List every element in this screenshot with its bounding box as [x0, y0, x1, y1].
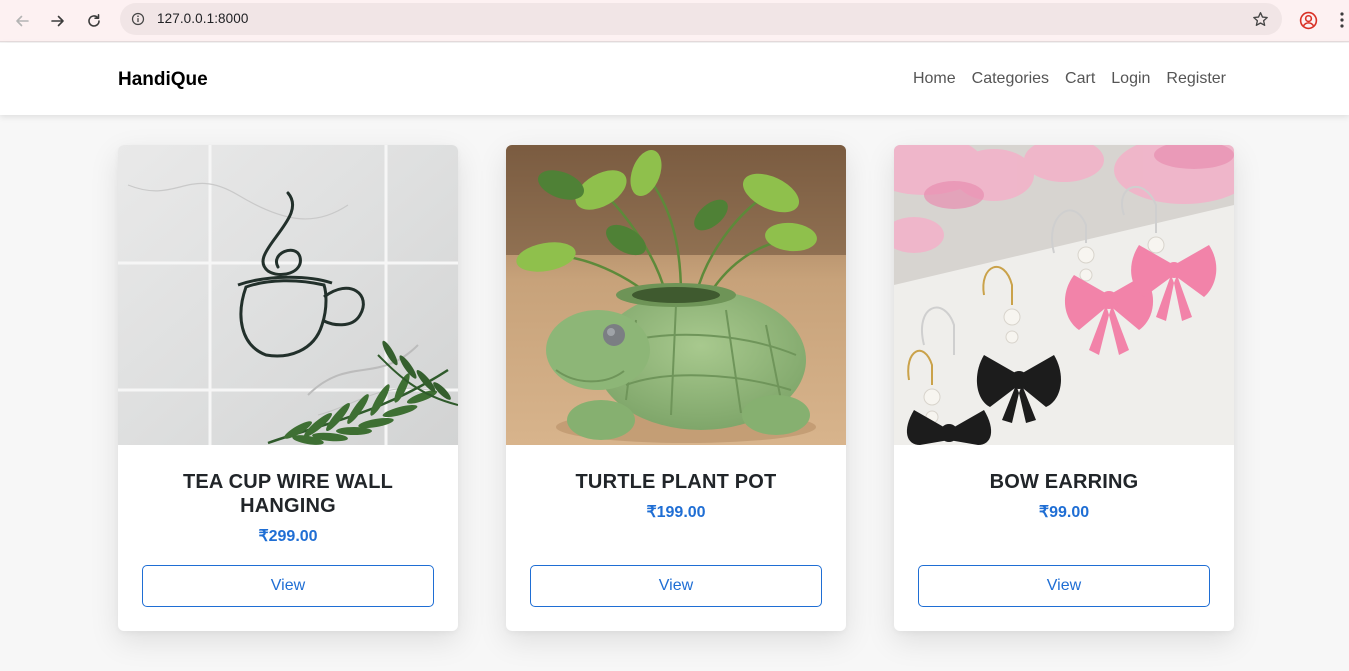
nav-link-home[interactable]: Home: [913, 70, 956, 88]
product-price: ₹199.00: [646, 504, 706, 521]
nav-link-register[interactable]: Register: [1166, 70, 1226, 88]
card-body: TEA CUP WIRE WALL HANGING ₹299.00 View: [118, 445, 458, 631]
back-button[interactable]: [8, 7, 36, 35]
product-title[interactable]: TURTLE PLANT POT: [556, 470, 796, 494]
forward-button[interactable]: [44, 7, 72, 35]
arrow-right-icon: [51, 15, 64, 27]
bookmark-star-icon[interactable]: [1250, 9, 1270, 29]
product-image-bow-earring[interactable]: [894, 145, 1234, 445]
card-body: BOW EARRING ₹99.00 View: [894, 445, 1234, 631]
address-bar[interactable]: 127.0.0.1:8000: [120, 3, 1282, 35]
product-title[interactable]: BOW EARRING: [944, 470, 1184, 494]
brand-logo[interactable]: HandiQue: [118, 69, 208, 91]
nav-link-login[interactable]: Login: [1111, 70, 1150, 88]
product-price: ₹299.00: [258, 528, 318, 545]
product-title[interactable]: TEA CUP WIRE WALL HANGING: [168, 470, 408, 518]
profile-icon: [1299, 11, 1317, 29]
browser-menu-button[interactable]: [1334, 8, 1349, 32]
arrow-left-icon: [16, 15, 29, 27]
url-text[interactable]: 127.0.0.1:8000: [157, 11, 248, 26]
view-button[interactable]: View: [530, 565, 822, 607]
product-image-tea-cup[interactable]: [118, 145, 458, 445]
view-button[interactable]: View: [918, 565, 1210, 607]
product-price: ₹99.00: [1038, 504, 1090, 521]
nav-links: Home Categories Cart Login Register: [913, 70, 1226, 88]
nav-link-categories[interactable]: Categories: [972, 70, 1049, 88]
card-body: TURTLE PLANT POT ₹199.00 View: [506, 445, 846, 631]
product-card: TEA CUP WIRE WALL HANGING ₹299.00 View: [118, 145, 458, 631]
product-card: TURTLE PLANT POT ₹199.00 View: [506, 145, 846, 631]
product-grid: TEA CUP WIRE WALL HANGING ₹299.00 View T…: [0, 115, 1349, 671]
browser-toolbar: 127.0.0.1:8000: [0, 0, 1349, 42]
product-card: BOW EARRING ₹99.00 View: [894, 145, 1234, 631]
site-info-icon[interactable]: [128, 9, 148, 29]
reload-button[interactable]: [80, 7, 108, 35]
nav-link-cart[interactable]: Cart: [1065, 70, 1095, 88]
profile-button[interactable]: [1296, 8, 1320, 32]
product-image-turtle-pot[interactable]: [506, 145, 846, 445]
site-navbar: HandiQue Home Categories Cart Login Regi…: [0, 43, 1349, 115]
view-button[interactable]: View: [142, 565, 434, 607]
reload-icon: [88, 14, 100, 27]
kebab-menu-icon: [1340, 12, 1344, 28]
